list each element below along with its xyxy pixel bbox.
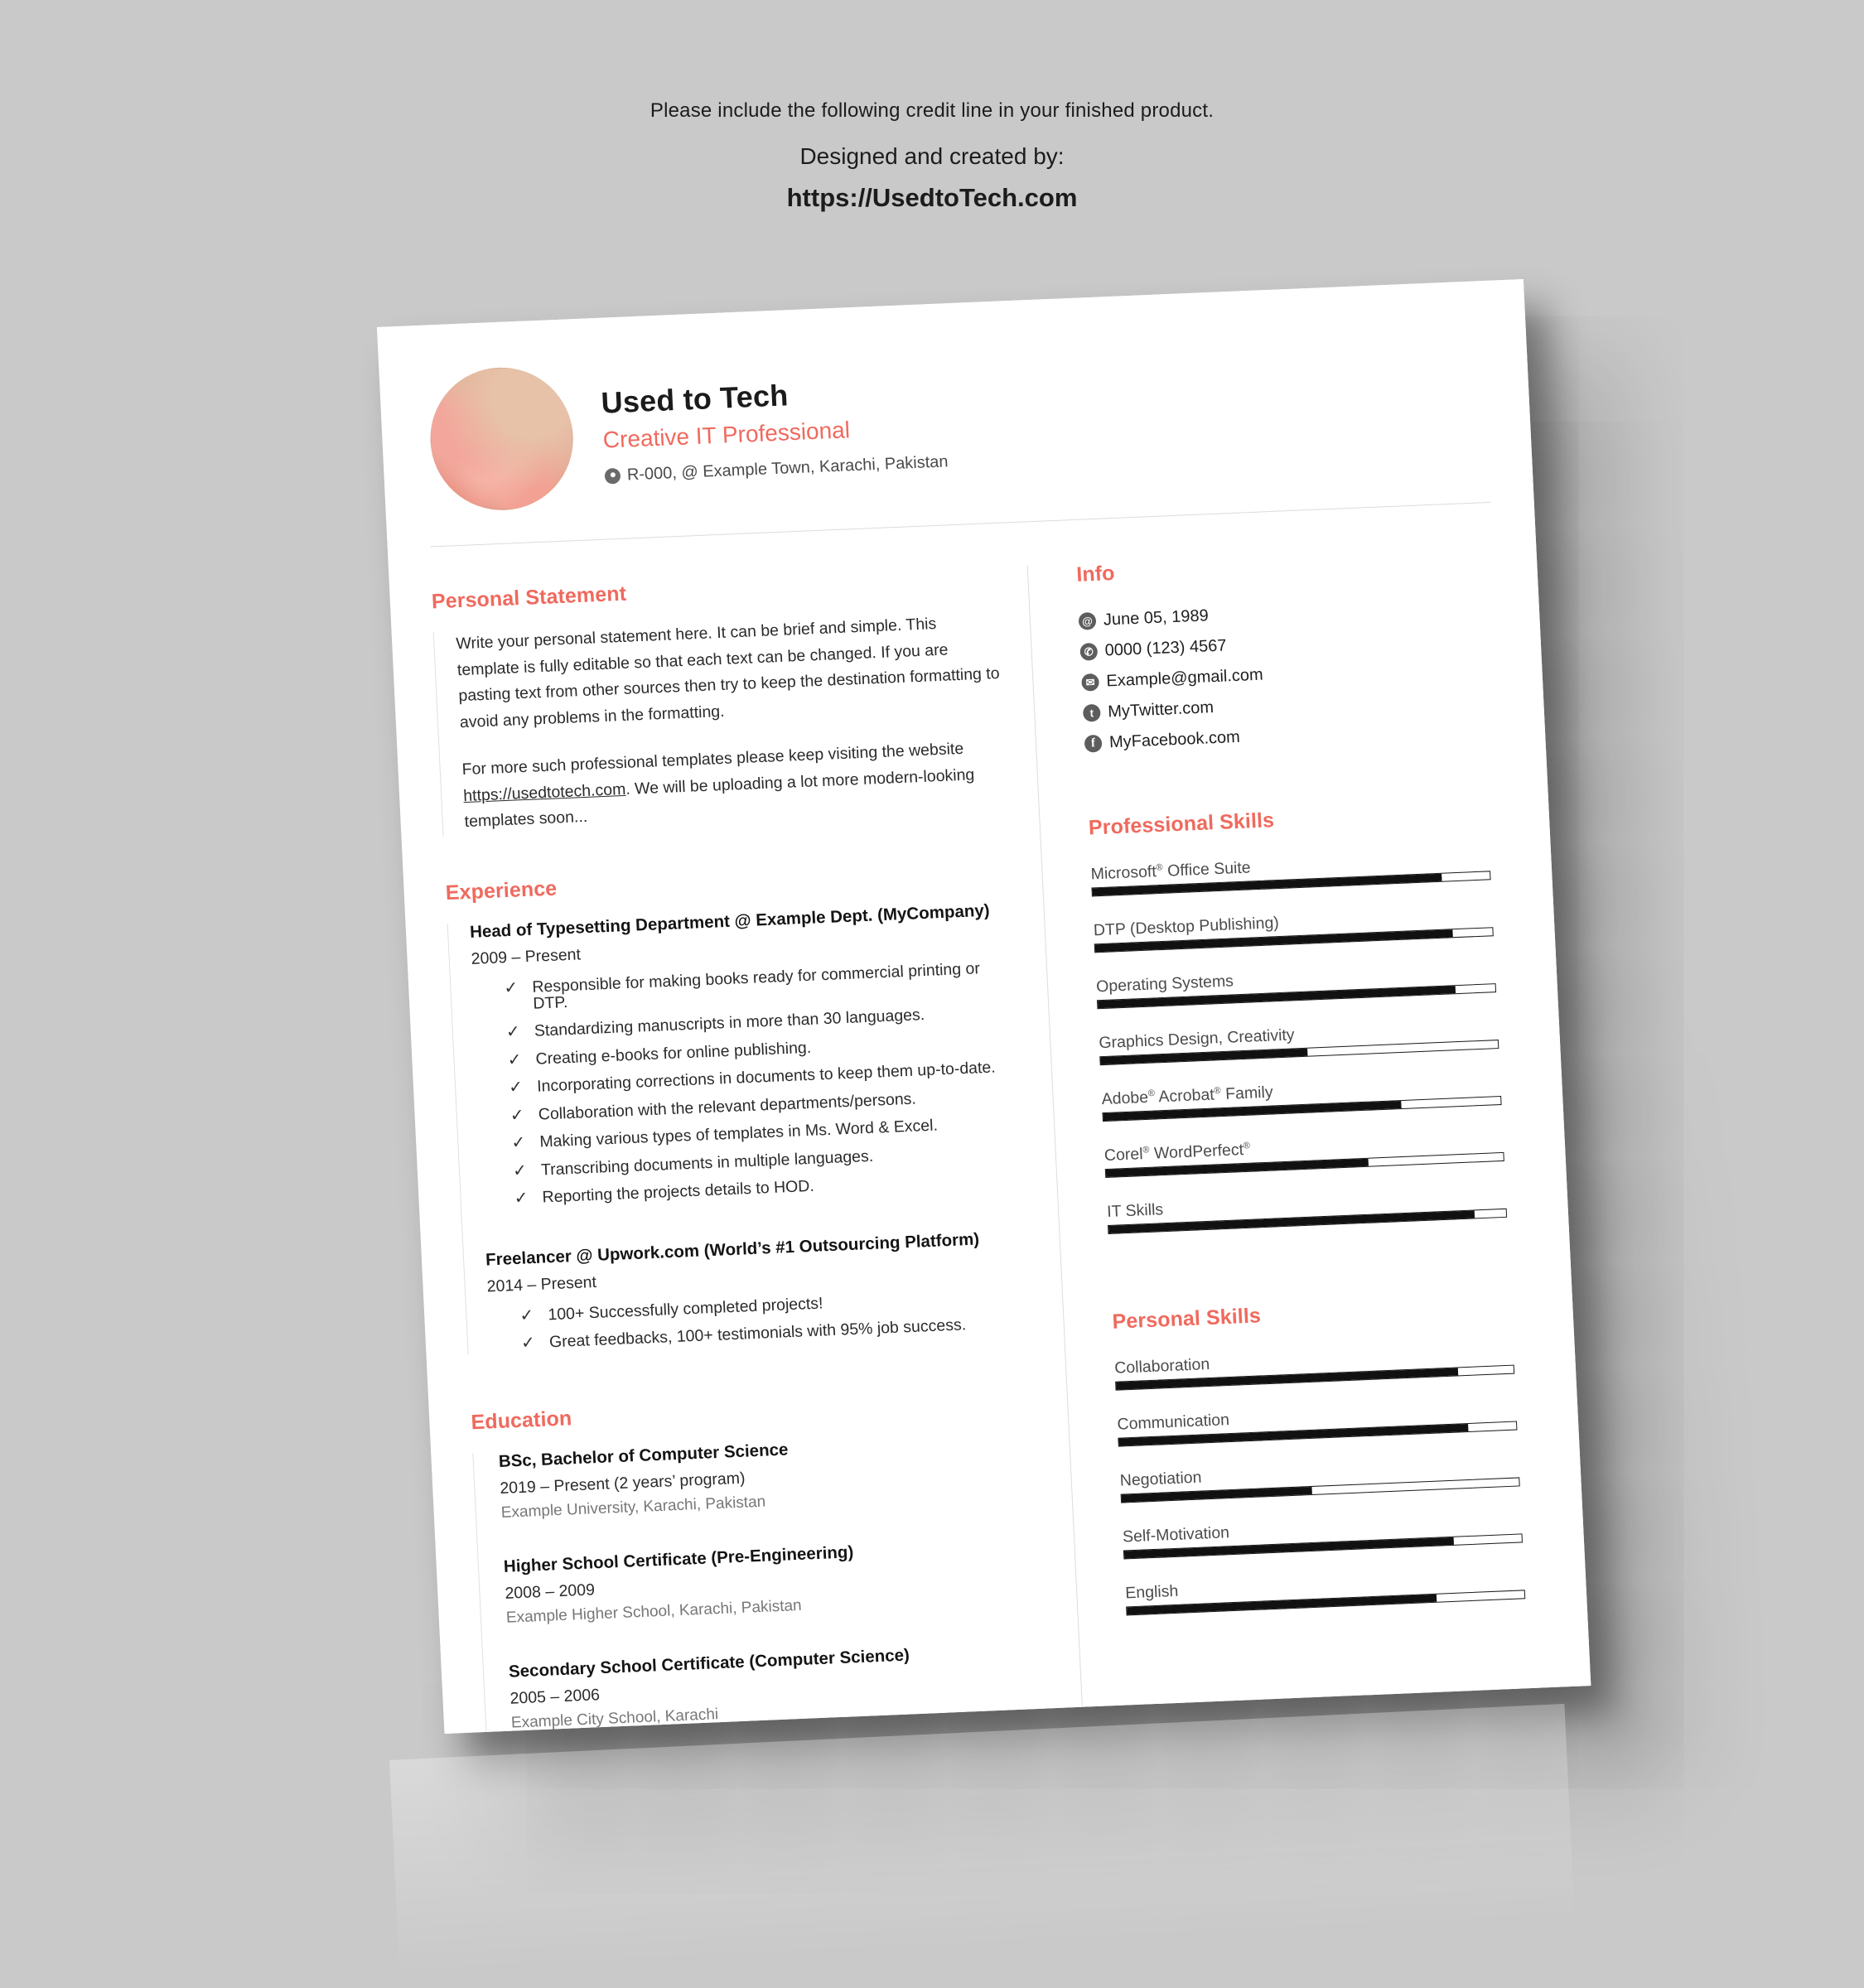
address-text: R-000, @ Example Town, Karachi, Pakistan bbox=[626, 452, 949, 485]
right-column: Info @ June 05, 1989 ✆ 0000 (123) 4567 ✉ Ex… bbox=[1028, 547, 1530, 1709]
check-icon: ✓ bbox=[507, 1050, 522, 1069]
list-item: @ June 05, 1989 bbox=[1078, 596, 1478, 631]
professional-skills-list: Microsoft® Office Suite DTP (Desktop Pub… bbox=[1090, 848, 1508, 1234]
info-value[interactable]: MyTwitter.com bbox=[1108, 698, 1214, 721]
page-reflection bbox=[389, 1703, 1575, 1976]
bullet-text: Great feedbacks, 100+ testimonials with … bbox=[548, 1315, 967, 1352]
skill-row: IT Skills bbox=[1107, 1186, 1508, 1234]
check-icon: ✓ bbox=[520, 1334, 536, 1353]
check-icon: ✓ bbox=[519, 1305, 534, 1325]
list-item[interactable]: f MyFacebook.com bbox=[1084, 717, 1485, 753]
page-title: Used to Tech bbox=[600, 378, 790, 420]
check-icon: ✓ bbox=[509, 1105, 525, 1125]
info-value: 0000 (123) 4567 bbox=[1104, 636, 1227, 660]
list-item: ✉ Example@gmail.com bbox=[1081, 657, 1481, 692]
check-icon: ✓ bbox=[510, 1133, 526, 1153]
bullet-text: Collaboration with the relevant departme… bbox=[538, 1089, 917, 1124]
check-icon: ✓ bbox=[505, 1022, 521, 1042]
personal-skills-list: Collaboration Communication Negotiation … bbox=[1114, 1343, 1526, 1616]
section-title-personal-statement: Personal Statement bbox=[431, 581, 627, 614]
bullet-text: Reporting the projects details to HOD. bbox=[542, 1176, 815, 1207]
email-icon: ✉ bbox=[1081, 673, 1100, 692]
skill-row: English bbox=[1125, 1567, 1526, 1616]
phone-icon: ✆ bbox=[1079, 642, 1099, 661]
education-item: Higher School Certificate (Pre-Engineeri… bbox=[503, 1534, 1049, 1627]
bullet-text: Responsible for making books ready for c… bbox=[531, 959, 981, 1013]
bullet-text: Standardizing manuscripts in more than 3… bbox=[534, 1006, 925, 1040]
experience-job-1: Freelancer @ Upwork.com (World’s #1 Outs… bbox=[485, 1227, 1036, 1353]
map-pin-icon bbox=[604, 467, 621, 485]
education-item: Secondary School Certificate (Computer S… bbox=[508, 1639, 1054, 1732]
experience-job-0: Head of Typesetting Department @ Example… bbox=[470, 900, 1029, 1209]
skill-row: Negotiation bbox=[1119, 1455, 1520, 1503]
content-columns: Personal Statement Write your personal s… bbox=[388, 501, 1591, 1734]
facebook-icon: f bbox=[1084, 734, 1103, 753]
avatar bbox=[427, 364, 577, 514]
check-icon: ✓ bbox=[508, 1078, 524, 1098]
check-icon: ✓ bbox=[514, 1189, 529, 1208]
personal-statement-body: Write your personal statement here. It c… bbox=[432, 608, 1012, 837]
resume-header: Used to Tech Creative IT Professional R-… bbox=[377, 279, 1533, 515]
info-value: June 05, 1989 bbox=[1103, 606, 1210, 630]
section-title-info: Info bbox=[1075, 561, 1116, 586]
usedtotech-link[interactable]: https://usedtotech.com bbox=[463, 780, 626, 805]
bullet-text: Making various types of templates in Ms.… bbox=[538, 1116, 939, 1151]
left-column: Personal Statement Write your personal s… bbox=[431, 565, 1082, 1734]
job-bullet-list: ✓ 100+ Successfully completed projects! ✓… bbox=[488, 1286, 1036, 1353]
list-item: ✓ Responsible for making books ready for … bbox=[504, 959, 1019, 1013]
job-bullet-list: ✓ Responsible for making books ready for … bbox=[472, 959, 1029, 1209]
skill-row: Corel® WordPerfect® bbox=[1103, 1130, 1504, 1179]
skill-row: Communication bbox=[1117, 1399, 1518, 1447]
bullet-text: Creating e-books for online publishing. bbox=[535, 1038, 812, 1069]
credit-line-1: Please include the following credit line… bbox=[650, 99, 1214, 122]
skill-row: Self-Motivation bbox=[1123, 1511, 1523, 1560]
birthday-icon: @ bbox=[1078, 611, 1097, 630]
list-item: ✆ 0000 (123) 4567 bbox=[1079, 626, 1480, 662]
education-item: BSc, Bachelor of Computer Science 2019 –… bbox=[498, 1429, 1044, 1522]
credit-block: Please include the following credit line… bbox=[0, 0, 1864, 213]
info-list: @ June 05, 1989 ✆ 0000 (123) 4567 ✉ Example… bbox=[1078, 596, 1484, 754]
credit-website-link[interactable]: https://UsedtoTech.com bbox=[0, 183, 1864, 213]
list-item[interactable]: t MyTwitter.com bbox=[1082, 688, 1483, 723]
twitter-icon: t bbox=[1082, 703, 1101, 722]
header-text: Used to Tech Creative IT Professional R-… bbox=[601, 369, 949, 486]
resume-page: Used to Tech Creative IT Professional R-… bbox=[377, 279, 1591, 1735]
skill-row: Operating Systems bbox=[1096, 961, 1497, 1010]
experience-body: Head of Typesetting Department @ Example… bbox=[447, 900, 1036, 1355]
address-line: R-000, @ Example Town, Karachi, Pakistan bbox=[604, 452, 949, 485]
skill-row: DTP (Desktop Publishing) bbox=[1093, 905, 1494, 953]
page-surface: Used to Tech Creative IT Professional R-… bbox=[377, 279, 1591, 1735]
education-body: BSc, Bachelor of Computer Science 2019 –… bbox=[472, 1429, 1055, 1734]
skill-row: Graphics Design, Creativity bbox=[1099, 1017, 1499, 1066]
statement-paragraph-1: Write your personal statement here. It c… bbox=[455, 615, 1001, 731]
bullet-text: 100+ Successfully completed projects! bbox=[547, 1294, 823, 1324]
skill-row: Microsoft® Office Suite bbox=[1090, 848, 1491, 897]
footer-divider bbox=[489, 1726, 1550, 1735]
check-icon: ✓ bbox=[512, 1160, 528, 1180]
job-role: Creative IT Professional bbox=[602, 417, 851, 454]
skill-row: Adobe® Acrobat® Family bbox=[1101, 1074, 1502, 1122]
skill-row: Collaboration bbox=[1114, 1343, 1515, 1391]
footer-copyright: Copyright © 2019 https://usedtotech.com bbox=[447, 1726, 1591, 1735]
check-icon: ✓ bbox=[503, 978, 519, 998]
credit-line-2: Designed and created by: bbox=[799, 143, 1065, 169]
info-value: Example@gmail.com bbox=[1105, 665, 1264, 691]
bullet-text: Transcribing documents in multiple langu… bbox=[540, 1146, 874, 1180]
info-value[interactable]: MyFacebook.com bbox=[1109, 728, 1241, 753]
